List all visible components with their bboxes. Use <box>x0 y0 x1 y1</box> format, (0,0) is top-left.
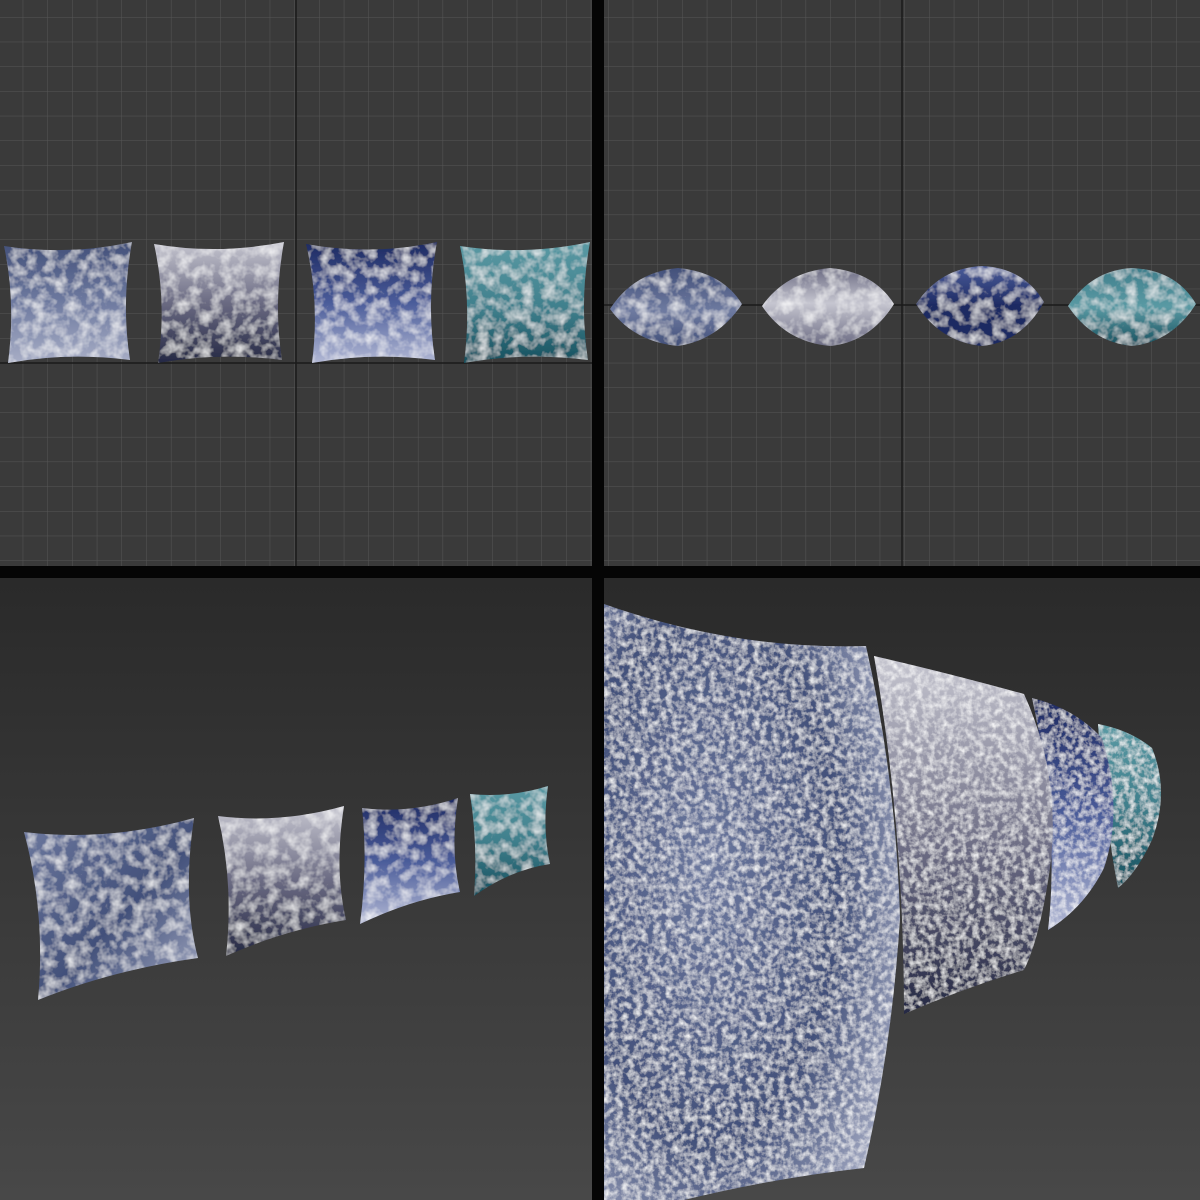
pillow-slate-velvet-cam[interactable] <box>604 604 900 1200</box>
perspective-view-canvas <box>0 578 592 1200</box>
top-view-canvas <box>604 0 1200 566</box>
viewport-top[interactable] <box>604 0 1200 566</box>
viewport-grid <box>0 0 1200 1200</box>
camera-view-canvas <box>604 578 1200 1200</box>
pillow-teal-velvet[interactable] <box>460 242 590 363</box>
pillow-slate-velvet[interactable] <box>4 242 132 363</box>
viewport-perspective[interactable] <box>0 578 592 1200</box>
front-view-canvas <box>0 0 592 566</box>
pillow-silver-navy-ombre[interactable] <box>154 242 284 363</box>
pillow-royal-blue-ombre[interactable] <box>306 242 437 363</box>
viewport-divider-horizontal[interactable] <box>0 566 1200 578</box>
viewport-divider-vertical[interactable] <box>592 0 604 1200</box>
viewport-front[interactable] <box>0 0 592 566</box>
viewport-camera[interactable] <box>604 578 1200 1200</box>
